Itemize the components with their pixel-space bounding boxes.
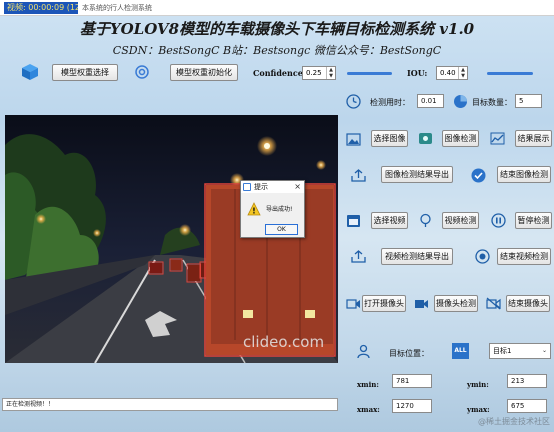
message-dialog: 提示 × ! 导出成功! OK xyxy=(240,180,305,238)
end-video-detect-button[interactable]: 结束视频检测 xyxy=(497,248,551,265)
pause-icon xyxy=(490,212,506,228)
close-camera-button[interactable]: 结束摄像头 xyxy=(506,295,550,312)
ymax-label: ymax: xyxy=(467,405,490,414)
camera-detect-button[interactable]: 摄像头检测 xyxy=(434,295,478,312)
trend-icon xyxy=(489,131,505,145)
time-label: 检测用时： xyxy=(370,98,410,107)
confidence-slider[interactable] xyxy=(347,72,392,75)
window-title: 本系统的行人检测系统 xyxy=(82,4,152,12)
video-detect-button[interactable]: 视频检测 xyxy=(442,212,479,229)
warning-mark: ! xyxy=(252,207,256,216)
target-select[interactable]: 目标1 ⌄ xyxy=(489,343,551,359)
road-scene-image: clideo.com xyxy=(5,115,338,363)
clock-icon xyxy=(345,93,361,109)
spin-arrows-icon[interactable]: ▲ ▼ xyxy=(458,67,467,79)
spin-arrows-icon[interactable]: ▲ ▼ xyxy=(326,67,335,79)
stop-circle-icon xyxy=(474,248,490,264)
page-subtitle: CSDN：BestSongC B站：Bestsongc 微信公众号：BestSo… xyxy=(112,44,442,57)
xmax-field: 1270 xyxy=(392,399,432,413)
count-value-field: 5 xyxy=(515,94,542,108)
export-video-result-button[interactable]: 视频检测结果导出 xyxy=(381,248,453,265)
image-detect-icon xyxy=(417,131,433,145)
check-circle-icon xyxy=(470,167,486,183)
ymax-field: 675 xyxy=(507,399,547,413)
page-watermark: @稀土掘金技术社区 xyxy=(478,417,550,426)
target-position-label: 目标位置： xyxy=(389,349,429,358)
target-select-value: 目标1 xyxy=(493,347,512,355)
upload-icon xyxy=(350,168,366,182)
ymin-label: ymin: xyxy=(467,380,489,389)
user-icon xyxy=(355,343,371,359)
xmax-label: xmax: xyxy=(357,405,380,414)
page-title: 基于YOLOV8模型的车载摄像头下车辆目标检测系统 v1.0 xyxy=(79,20,475,38)
pie-chart-icon xyxy=(452,93,468,109)
iou-spinbox[interactable]: 0.40 ▲ ▼ xyxy=(436,66,468,80)
cube-icon xyxy=(20,62,40,82)
camera-icon xyxy=(345,296,361,310)
video-icon xyxy=(345,213,361,228)
xmin-label: xmin: xyxy=(357,380,379,389)
model-select-button[interactable]: 模型权重选择 xyxy=(52,64,118,81)
upload-icon xyxy=(350,249,366,263)
all-targets-icon: ALL xyxy=(452,343,469,359)
end-image-detect-button[interactable]: 结束图像检测 xyxy=(497,166,551,183)
viewport-watermark: clideo.com xyxy=(243,333,324,351)
confidence-value: 0.25 xyxy=(306,69,322,77)
image-detect-button[interactable]: 图像检测 xyxy=(442,130,479,147)
export-image-result-button[interactable]: 图像检测结果导出 xyxy=(381,166,453,183)
dialog-header: 提示 × xyxy=(241,181,304,193)
status-bar: 正在检测视频！！ xyxy=(2,398,338,411)
iou-label: IOU: xyxy=(407,68,428,78)
target-gear-icon xyxy=(133,63,151,81)
detection-viewport: clideo.com xyxy=(5,115,338,363)
app-icon xyxy=(243,183,251,191)
open-camera-button[interactable]: 打开摄像头 xyxy=(362,295,406,312)
chevron-down-icon: ⌄ xyxy=(541,347,547,354)
video-badge: 视频: 00:00:09 (12:00) xyxy=(4,2,78,14)
ok-button[interactable]: OK xyxy=(265,224,298,235)
camera-detect-icon xyxy=(413,296,429,310)
iou-value: 0.40 xyxy=(440,69,456,77)
dialog-title: 提示 xyxy=(254,183,268,191)
warning-icon: ! xyxy=(247,201,261,216)
iou-slider[interactable] xyxy=(487,72,533,75)
location-icon xyxy=(417,212,433,228)
show-result-button[interactable]: 结果展示 xyxy=(515,130,552,147)
window-title-bar: 视频: 00:00:09 (12:00) 本系统的行人检测系统 xyxy=(0,0,554,16)
count-label: 目标数量： xyxy=(472,98,512,107)
confidence-label: Confidence: xyxy=(253,68,306,78)
camera-off-icon xyxy=(485,296,501,310)
pause-detect-button[interactable]: 暂停检测 xyxy=(515,212,552,229)
select-video-button[interactable]: 选择视频 xyxy=(371,212,408,229)
image-icon xyxy=(345,132,361,146)
time-value-field: 0.01 xyxy=(417,94,444,108)
confidence-spinbox[interactable]: 0.25 ▲ ▼ xyxy=(302,66,336,80)
dialog-message: 导出成功! xyxy=(266,206,293,213)
close-icon[interactable]: × xyxy=(294,181,301,193)
xmin-field: 781 xyxy=(392,374,432,388)
model-init-button[interactable]: 模型权重初始化 xyxy=(170,64,238,81)
select-image-button[interactable]: 选择图像 xyxy=(371,130,408,147)
ymin-field: 213 xyxy=(507,374,547,388)
